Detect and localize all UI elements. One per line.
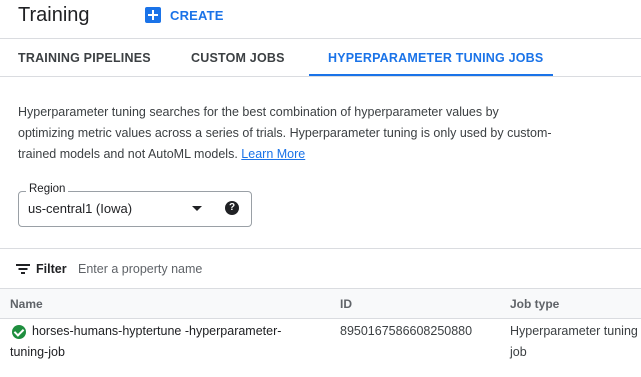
learn-more-link[interactable]: Learn More <box>241 147 305 161</box>
region-value[interactable]: us-central1 (Iowa) <box>28 201 132 216</box>
add-icon <box>145 7 161 23</box>
region-label: Region <box>26 183 69 195</box>
job-type: Hyperparameter tuning job <box>510 324 638 359</box>
create-button[interactable]: CREATE <box>145 6 224 24</box>
help-icon[interactable]: ? <box>225 201 239 215</box>
header: Training CREATE <box>0 0 641 38</box>
filter-top-divider <box>0 248 641 249</box>
dropdown-arrow-icon[interactable] <box>192 206 202 211</box>
page-description: Hyperparameter tuning searches for the b… <box>18 102 558 165</box>
page-title: Training <box>18 4 90 26</box>
tab-hyperparameter-tuning-jobs[interactable]: HYPERPARAMETER TUNING JOBS <box>328 51 543 65</box>
tabs-divider <box>0 76 641 77</box>
tab-custom-jobs[interactable]: CUSTOM JOBS <box>191 51 285 65</box>
job-id: 8950167586608250880 <box>340 324 473 338</box>
tab-training-pipelines[interactable]: TRAINING PIPELINES <box>18 51 151 65</box>
filter-icon[interactable] <box>16 264 30 274</box>
tab-bar: TRAINING PIPELINES CUSTOM JOBS HYPERPARA… <box>0 39 641 76</box>
job-name-link[interactable]: horses-humans-hyptertune -hyperparameter… <box>10 321 310 363</box>
column-header-job-type[interactable]: Job type <box>510 297 559 311</box>
column-header-id[interactable]: ID <box>340 297 352 311</box>
create-button-label: CREATE <box>170 7 224 23</box>
filter-input[interactable] <box>78 261 378 277</box>
table-header-divider <box>0 318 641 319</box>
column-header-name[interactable]: Name <box>10 297 43 311</box>
filter-label[interactable]: Filter <box>36 262 67 276</box>
